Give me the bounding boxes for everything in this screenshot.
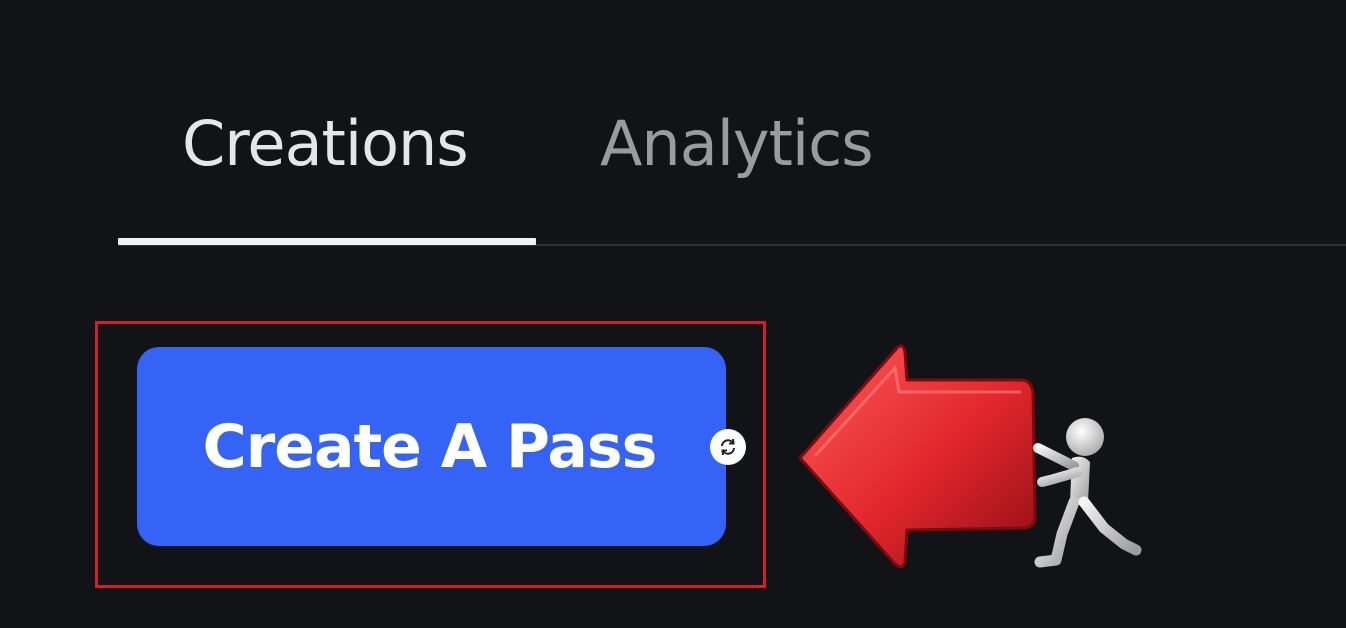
- red-arrow-pointer: [798, 344, 1037, 569]
- tab-analytics[interactable]: Analytics: [600, 104, 874, 184]
- page: Creations Analytics Create A Pass: [0, 0, 1346, 628]
- highlight-box: [95, 321, 766, 588]
- active-tab-indicator: [118, 238, 536, 245]
- tab-creations[interactable]: Creations: [182, 104, 469, 184]
- pushing-figure-icon: [1033, 418, 1142, 568]
